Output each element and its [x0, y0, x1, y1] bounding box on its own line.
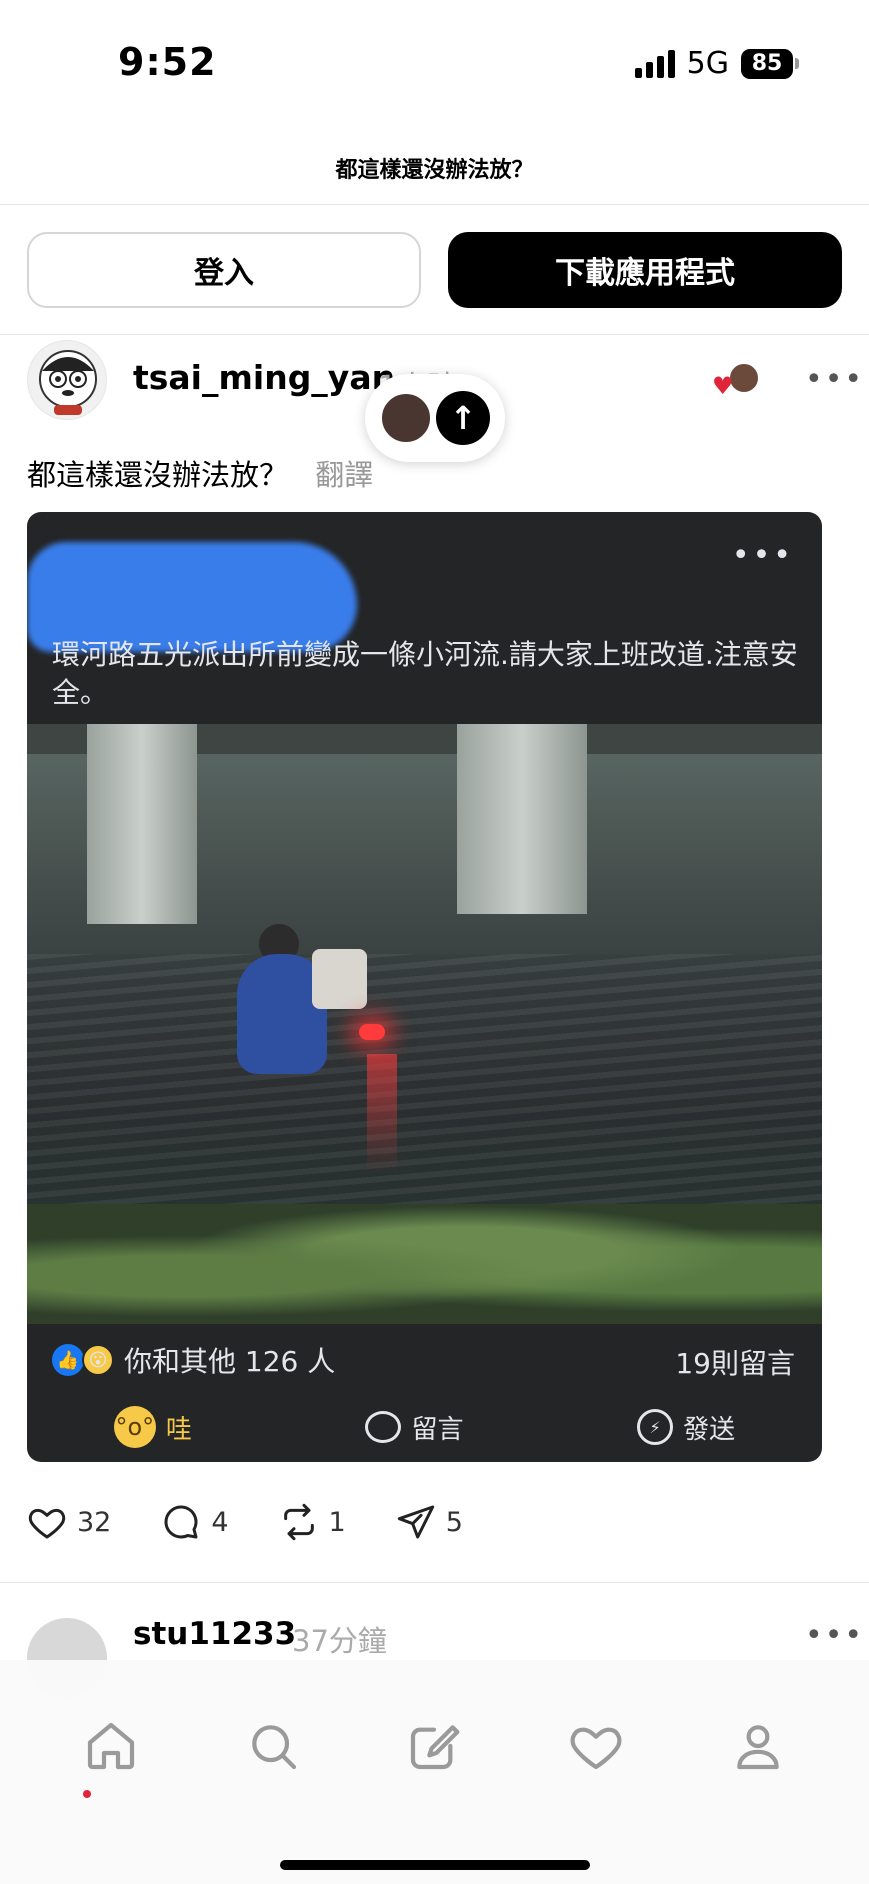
- battery-icon: 85: [741, 48, 799, 79]
- comment-count: 19則留言: [675, 1347, 795, 1380]
- post-username[interactable]: stu11233: [133, 1616, 296, 1652]
- nav-activity[interactable]: [566, 1716, 626, 1776]
- home-icon: [87, 1722, 134, 1770]
- new-post-thumbnail: [380, 392, 432, 444]
- reaction-summary: 👍 😮 你和其他 126 人: [52, 1340, 335, 1380]
- share-count: 5: [445, 1506, 463, 1538]
- comment-bubble-icon: [365, 1411, 402, 1443]
- more-options-icon[interactable]: •••: [805, 362, 864, 397]
- share-button[interactable]: 5: [396, 1502, 463, 1542]
- status-time: 9:52: [118, 40, 217, 84]
- embed-wow-action: °o° 哇: [113, 1406, 192, 1448]
- embed-wow-label: 哇: [165, 1414, 192, 1445]
- wow-reaction-icon: 😮: [82, 1344, 114, 1376]
- avatar[interactable]: [27, 340, 107, 420]
- reaction-count: 你和其他 126 人: [124, 1345, 336, 1378]
- status-indicators: 5G 85: [634, 46, 799, 81]
- embed-comment-action: 留言: [365, 1409, 463, 1446]
- embed-send-label: 發送: [683, 1414, 736, 1445]
- status-bar: 9:52 5G 85: [0, 0, 869, 130]
- more-options-icon[interactable]: •••: [805, 1618, 864, 1653]
- home-indicator: [280, 1860, 590, 1870]
- download-app-button[interactable]: 下載應用程式: [448, 232, 842, 308]
- post-timestamp: 37分鐘: [292, 1624, 387, 1658]
- arrow-up-icon: ↑: [436, 391, 490, 445]
- nav-search[interactable]: [243, 1716, 303, 1776]
- post-caption: 都這樣還沒辦法放？ 翻譯: [27, 452, 373, 494]
- nav-compose[interactable]: [404, 1716, 464, 1776]
- battery-level: 85: [741, 48, 793, 79]
- heart-badge-icon: ♥: [712, 372, 734, 400]
- login-button[interactable]: 登入: [27, 232, 421, 308]
- nav-profile[interactable]: [728, 1716, 788, 1776]
- embed-action-bar: °o° 哇 留言 ⚡ 發送: [27, 1402, 822, 1452]
- embed-send-action: ⚡ 發送: [637, 1409, 735, 1446]
- reply-button[interactable]: 4: [161, 1502, 229, 1542]
- network-type: 5G: [686, 46, 729, 81]
- translate-link[interactable]: 翻譯: [315, 458, 373, 492]
- share-icon: [397, 1505, 434, 1539]
- divider: [0, 1582, 869, 1583]
- like-button[interactable]: 32: [27, 1502, 111, 1542]
- flood-photo: [27, 724, 822, 1324]
- notification-dot: [83, 1790, 91, 1798]
- card-more-icon: •••: [731, 538, 794, 573]
- nav-home[interactable]: [81, 1716, 141, 1776]
- post-action-bar: 32 4 1 5: [27, 1502, 463, 1542]
- page-title: 都這樣還沒辦法放？: [335, 158, 534, 183]
- embed-comment-label: 留言: [411, 1414, 464, 1445]
- like-count: 32: [77, 1506, 112, 1538]
- embedded-image[interactable]: ••• 環河路五光派出所前變成一條小河流.請大家上班改道.注意安全。 👍 😮 你…: [27, 512, 822, 1462]
- divider: [0, 334, 869, 335]
- repost-button[interactable]: 1: [279, 1502, 346, 1542]
- wow-face-icon: °o°: [113, 1406, 156, 1448]
- divider: [0, 204, 869, 205]
- heart-icon: [28, 1508, 66, 1539]
- bottom-nav: [0, 1660, 869, 1884]
- search-icon: [251, 1725, 296, 1770]
- scroll-to-top-pill[interactable]: ↑: [365, 374, 505, 462]
- embed-post-text: 環河路五光派出所前變成一條小河流.請大家上班改道.注意安全。: [52, 638, 798, 709]
- reply-icon: [164, 1505, 198, 1539]
- liked-by-avatars[interactable]: ♥: [712, 362, 762, 402]
- post-username[interactable]: tsai_ming_yan: [133, 358, 395, 397]
- profile-icon: [737, 1725, 779, 1770]
- repost-count: 1: [328, 1506, 346, 1538]
- post-caption-text: 都這樣還沒辦法放？: [27, 458, 289, 492]
- like-reaction-icon: 👍: [52, 1344, 84, 1376]
- reply-count: 4: [211, 1506, 229, 1538]
- repost-icon: [283, 1503, 314, 1541]
- heart-icon: [570, 1727, 622, 1770]
- messenger-icon: ⚡: [637, 1409, 674, 1445]
- signal-icon: [634, 49, 675, 78]
- compose-icon: [411, 1725, 460, 1770]
